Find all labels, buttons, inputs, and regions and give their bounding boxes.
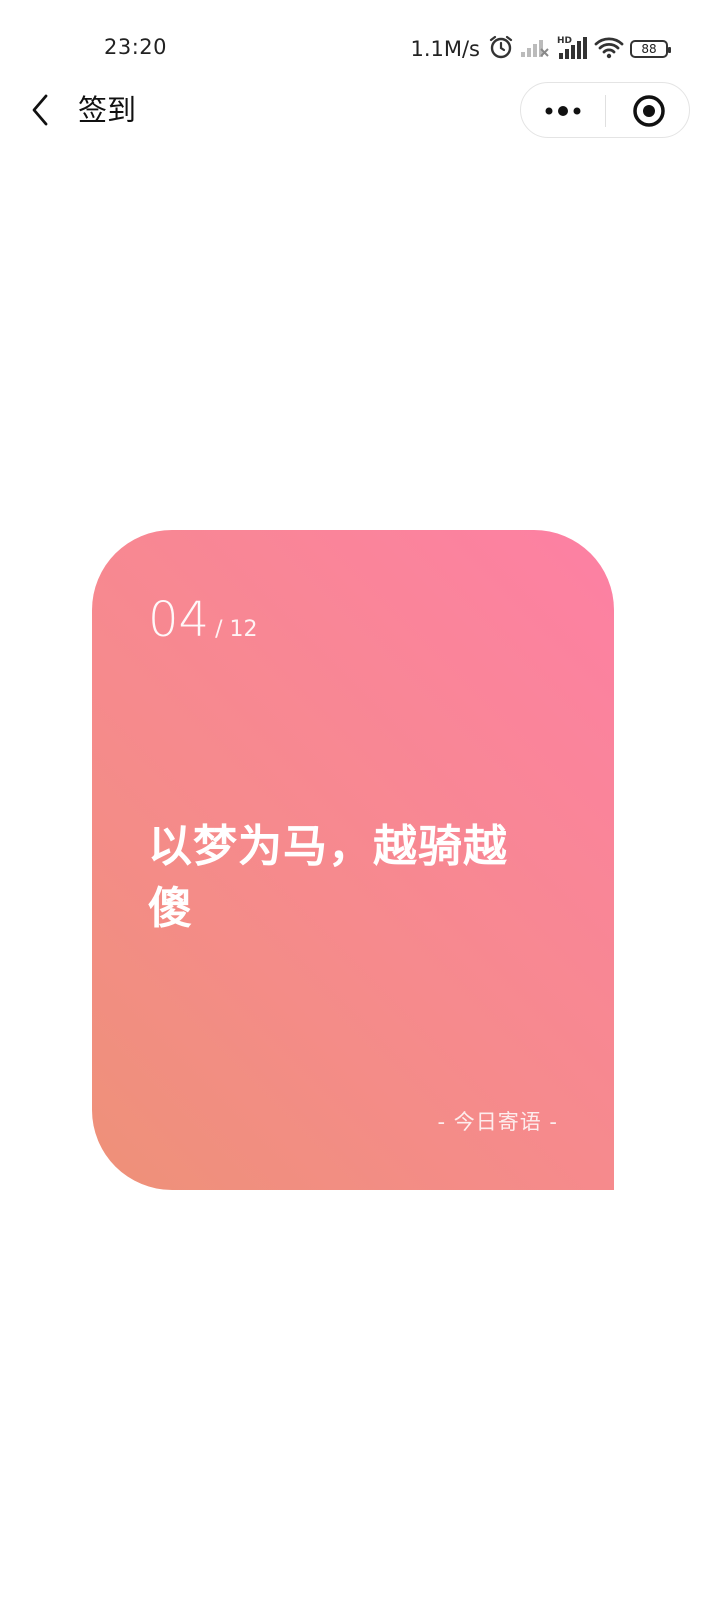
page-title: 签到 — [78, 93, 137, 127]
status-icons: 1.1M/s HD 88 — [410, 34, 671, 64]
quote-text: 以梦为马，越骑越傻 — [148, 821, 508, 934]
quote-caption: - 今日寄语 - — [437, 1110, 558, 1134]
back-button[interactable] — [22, 90, 62, 130]
capsule-divider — [605, 95, 606, 127]
wifi-icon — [594, 35, 624, 63]
battery-icon: 88 — [630, 40, 671, 58]
hd-label: HD — [557, 36, 572, 46]
more-dots-icon — [545, 106, 581, 116]
signal-weak-icon — [520, 35, 550, 63]
close-button[interactable] — [631, 93, 667, 129]
nav-bar: 签到 — [0, 78, 720, 142]
date-month: / 12 — [215, 617, 258, 642]
chevron-left-icon — [32, 94, 48, 126]
signal-hd-icon: HD — [556, 34, 588, 64]
more-button[interactable] — [539, 91, 587, 131]
network-speed: 1.1M/s — [410, 37, 480, 61]
battery-level: 88 — [641, 42, 657, 56]
daily-quote-card: 04 / 12 以梦为马，越骑越傻 - 今日寄语 - — [92, 530, 614, 1190]
mini-program-capsule — [520, 82, 690, 138]
alarm-icon — [488, 34, 514, 64]
card-date: 04 / 12 — [148, 596, 257, 644]
date-day: 04 — [148, 592, 210, 648]
target-close-icon — [633, 95, 665, 127]
status-time: 23:20 — [104, 35, 168, 59]
